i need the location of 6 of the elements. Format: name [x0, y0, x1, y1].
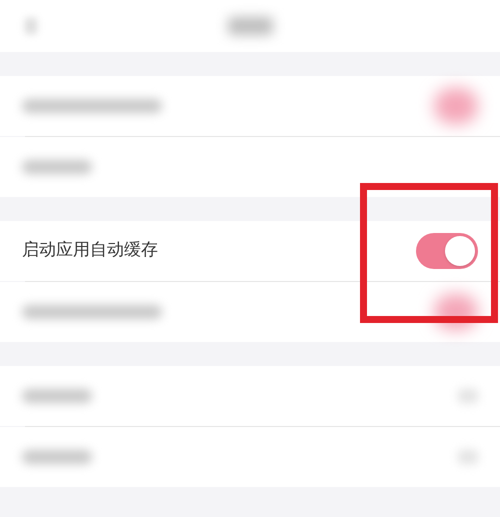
blurred-label [22, 450, 92, 464]
blurred-title [228, 17, 272, 35]
blurred-label [22, 160, 92, 174]
blurred-label [22, 389, 92, 403]
setting-label: 启动应用自动缓存 [22, 239, 158, 262]
toggle-switch[interactable] [416, 233, 478, 269]
